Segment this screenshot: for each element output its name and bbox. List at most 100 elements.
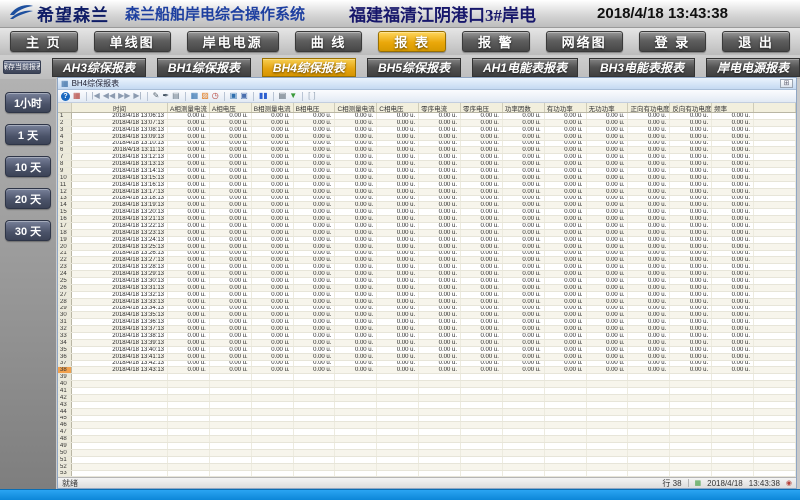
table-row[interactable]: 82018/4/18 13:13:130.00 u.0.00 u.0.00 u.…: [58, 161, 796, 168]
tab-6[interactable]: BH3电能表报表: [589, 58, 695, 77]
table-row[interactable]: 362018/4/18 13:41:130.00 u.0.00 u.0.00 u…: [58, 354, 796, 361]
pencil-icon[interactable]: ✎: [153, 92, 160, 100]
nav-button-5[interactable]: 报 表: [378, 31, 446, 52]
copy-icon[interactable]: ▤: [172, 92, 180, 100]
import-table-icon[interactable]: ▣: [240, 92, 248, 100]
calendar-icon[interactable]: ▦: [73, 92, 81, 100]
table-row[interactable]: 112018/4/18 13:16:130.00 u.0.00 u.0.00 u…: [58, 182, 796, 189]
nav-button-1[interactable]: 主 页: [10, 31, 78, 52]
nav-button-6[interactable]: 报 警: [462, 31, 530, 52]
table-row[interactable]: 372018/4/18 13:42:130.00 u.0.00 u.0.00 u…: [58, 361, 796, 368]
value-cell: 0.00 u.: [587, 237, 629, 243]
value-cell: 0.00 u.: [712, 326, 754, 332]
help-icon[interactable]: ?: [61, 92, 70, 101]
table-row[interactable]: 48: [58, 436, 796, 443]
pause-icon[interactable]: ▮▮: [259, 92, 268, 100]
first-record-icon[interactable]: |◀: [92, 92, 100, 100]
table-row[interactable]: 202018/4/18 13:25:130.00 u.0.00 u.0.00 u…: [58, 244, 796, 251]
pen-icon[interactable]: ✒: [162, 92, 169, 100]
table-row[interactable]: 41: [58, 388, 796, 395]
time-range-button-5[interactable]: 30 天: [5, 220, 51, 241]
table-row[interactable]: 192018/4/18 13:24:130.00 u.0.00 u.0.00 u…: [58, 237, 796, 244]
table-row[interactable]: 352018/4/18 13:40:130.00 u.0.00 u.0.00 u…: [58, 347, 796, 354]
bracket-left-icon[interactable]: [: [308, 92, 310, 100]
table-row[interactable]: 152018/4/18 13:20:130.00 u.0.00 u.0.00 u…: [58, 209, 796, 216]
table-row[interactable]: 382018/4/18 13:43:130.00 u.0.00 u.0.00 u…: [58, 367, 796, 374]
table-row[interactable]: 52: [58, 464, 796, 471]
table-row[interactable]: 50: [58, 450, 796, 457]
table-row[interactable]: 42: [58, 395, 796, 402]
table-row[interactable]: 12018/4/18 13:06:130.00 u.0.00 u.0.00 u.…: [58, 113, 796, 120]
table-row[interactable]: 62018/4/18 13:11:130.00 u.0.00 u.0.00 u.…: [58, 147, 796, 154]
table-row[interactable]: 32018/4/18 13:08:130.00 u.0.00 u.0.00 u.…: [58, 127, 796, 134]
print-icon[interactable]: ▤: [279, 92, 287, 100]
pin-button[interactable]: ⊞: [780, 79, 793, 88]
table-row[interactable]: 242018/4/18 13:29:130.00 u.0.00 u.0.00 u…: [58, 271, 796, 278]
table-row[interactable]: 49: [58, 443, 796, 450]
table-row[interactable]: 172018/4/18 13:22:130.00 u.0.00 u.0.00 u…: [58, 223, 796, 230]
table-row[interactable]: 302018/4/18 13:35:130.00 u.0.00 u.0.00 u…: [58, 312, 796, 319]
bracket-right-icon[interactable]: ]: [313, 92, 315, 100]
table-row[interactable]: 282018/4/18 13:33:130.00 u.0.00 u.0.00 u…: [58, 299, 796, 306]
table-row[interactable]: 102018/4/18 13:15:130.00 u.0.00 u.0.00 u…: [58, 175, 796, 182]
next-record-icon[interactable]: ▶▶: [118, 92, 130, 100]
table-row[interactable]: 342018/4/18 13:39:130.00 u.0.00 u.0.00 u…: [58, 340, 796, 347]
export-save-icon[interactable]: ▼: [289, 92, 297, 100]
value-cell: 0.00 u.: [210, 244, 252, 250]
table-row[interactable]: 132018/4/18 13:18:130.00 u.0.00 u.0.00 u…: [58, 196, 796, 203]
nav-button-7[interactable]: 网络图: [546, 31, 623, 52]
time-range-button-1[interactable]: 1小时: [5, 92, 51, 113]
tab-7[interactable]: 岸电电源报表: [706, 58, 800, 77]
table-row[interactable]: 40: [58, 381, 796, 388]
table-row[interactable]: 43: [58, 402, 796, 409]
table-row[interactable]: 42018/4/18 13:09:130.00 u.0.00 u.0.00 u.…: [58, 134, 796, 141]
table-row[interactable]: 292018/4/18 13:34:130.00 u.0.00 u.0.00 u…: [58, 306, 796, 313]
table-row[interactable]: 222018/4/18 13:27:130.00 u.0.00 u.0.00 u…: [58, 257, 796, 264]
chart-view-icon[interactable]: ▨: [201, 92, 209, 100]
table-row[interactable]: 45: [58, 416, 796, 423]
table-row[interactable]: 22018/4/18 13:07:130.00 u.0.00 u.0.00 u.…: [58, 120, 796, 127]
bottom-scroll-strip[interactable]: [0, 489, 800, 500]
table-row[interactable]: 44: [58, 409, 796, 416]
table-row[interactable]: 47: [58, 429, 796, 436]
table-row[interactable]: 142018/4/18 13:19:130.00 u.0.00 u.0.00 u…: [58, 202, 796, 209]
export-table-icon[interactable]: ▣: [230, 92, 238, 100]
table-row[interactable]: 232018/4/18 13:28:130.00 u.0.00 u.0.00 u…: [58, 264, 796, 271]
table-row[interactable]: 122018/4/18 13:17:130.00 u.0.00 u.0.00 u…: [58, 189, 796, 196]
table-row[interactable]: 212018/4/18 13:26:130.00 u.0.00 u.0.00 u…: [58, 251, 796, 258]
table-row[interactable]: 72018/4/18 13:12:130.00 u.0.00 u.0.00 u.…: [58, 154, 796, 161]
empty-cell: [335, 436, 377, 442]
time-range-button-3[interactable]: 10 天: [5, 156, 51, 177]
last-record-icon[interactable]: ▶|: [133, 92, 141, 100]
table-row[interactable]: 332018/4/18 13:38:130.00 u.0.00 u.0.00 u…: [58, 333, 796, 340]
nav-button-3[interactable]: 岸电电源: [187, 31, 279, 52]
nav-button-4[interactable]: 曲 线: [295, 31, 363, 52]
table-row[interactable]: 262018/4/18 13:31:130.00 u.0.00 u.0.00 u…: [58, 285, 796, 292]
tab-4[interactable]: BH5综保报表: [367, 58, 461, 77]
table-row[interactable]: 272018/4/18 13:32:130.00 u.0.00 u.0.00 u…: [58, 292, 796, 299]
table-row[interactable]: 52018/4/18 13:10:130.00 u.0.00 u.0.00 u.…: [58, 141, 796, 148]
table-row[interactable]: 46: [58, 422, 796, 429]
table-row[interactable]: 39: [58, 374, 796, 381]
nav-button-2[interactable]: 单线图: [94, 31, 171, 52]
save-current-report-button[interactable]: 保存当前报表: [3, 60, 41, 74]
clock-icon[interactable]: ◷: [212, 92, 219, 100]
table-row[interactable]: 51: [58, 457, 796, 464]
table-row[interactable]: 322018/4/18 13:37:130.00 u.0.00 u.0.00 u…: [58, 326, 796, 333]
table-row[interactable]: 312018/4/18 13:36:130.00 u.0.00 u.0.00 u…: [58, 319, 796, 326]
nav-button-9[interactable]: 退 出: [722, 31, 790, 52]
tab-3[interactable]: BH4综保报表: [262, 58, 356, 77]
table-row[interactable]: 92018/4/18 13:14:130.00 u.0.00 u.0.00 u.…: [58, 168, 796, 175]
time-range-button-4[interactable]: 20 天: [5, 188, 51, 209]
prev-record-icon[interactable]: ◀◀: [103, 92, 115, 100]
table-row[interactable]: 252018/4/18 13:30:130.00 u.0.00 u.0.00 u…: [58, 278, 796, 285]
tab-1[interactable]: AH3综保报表: [52, 58, 146, 77]
table-row[interactable]: 162018/4/18 13:21:130.00 u.0.00 u.0.00 u…: [58, 216, 796, 223]
grid-view-icon[interactable]: ▦: [191, 92, 199, 100]
nav-button-8[interactable]: 登 录: [639, 31, 707, 52]
tab-2[interactable]: BH1综保报表: [157, 58, 251, 77]
table-row[interactable]: 182018/4/18 13:23:130.00 u.0.00 u.0.00 u…: [58, 230, 796, 237]
time-range-button-2[interactable]: 1 天: [5, 124, 51, 145]
tab-5[interactable]: AH1电能表报表: [472, 58, 578, 77]
value-cell: 0.00 u.: [210, 292, 252, 298]
